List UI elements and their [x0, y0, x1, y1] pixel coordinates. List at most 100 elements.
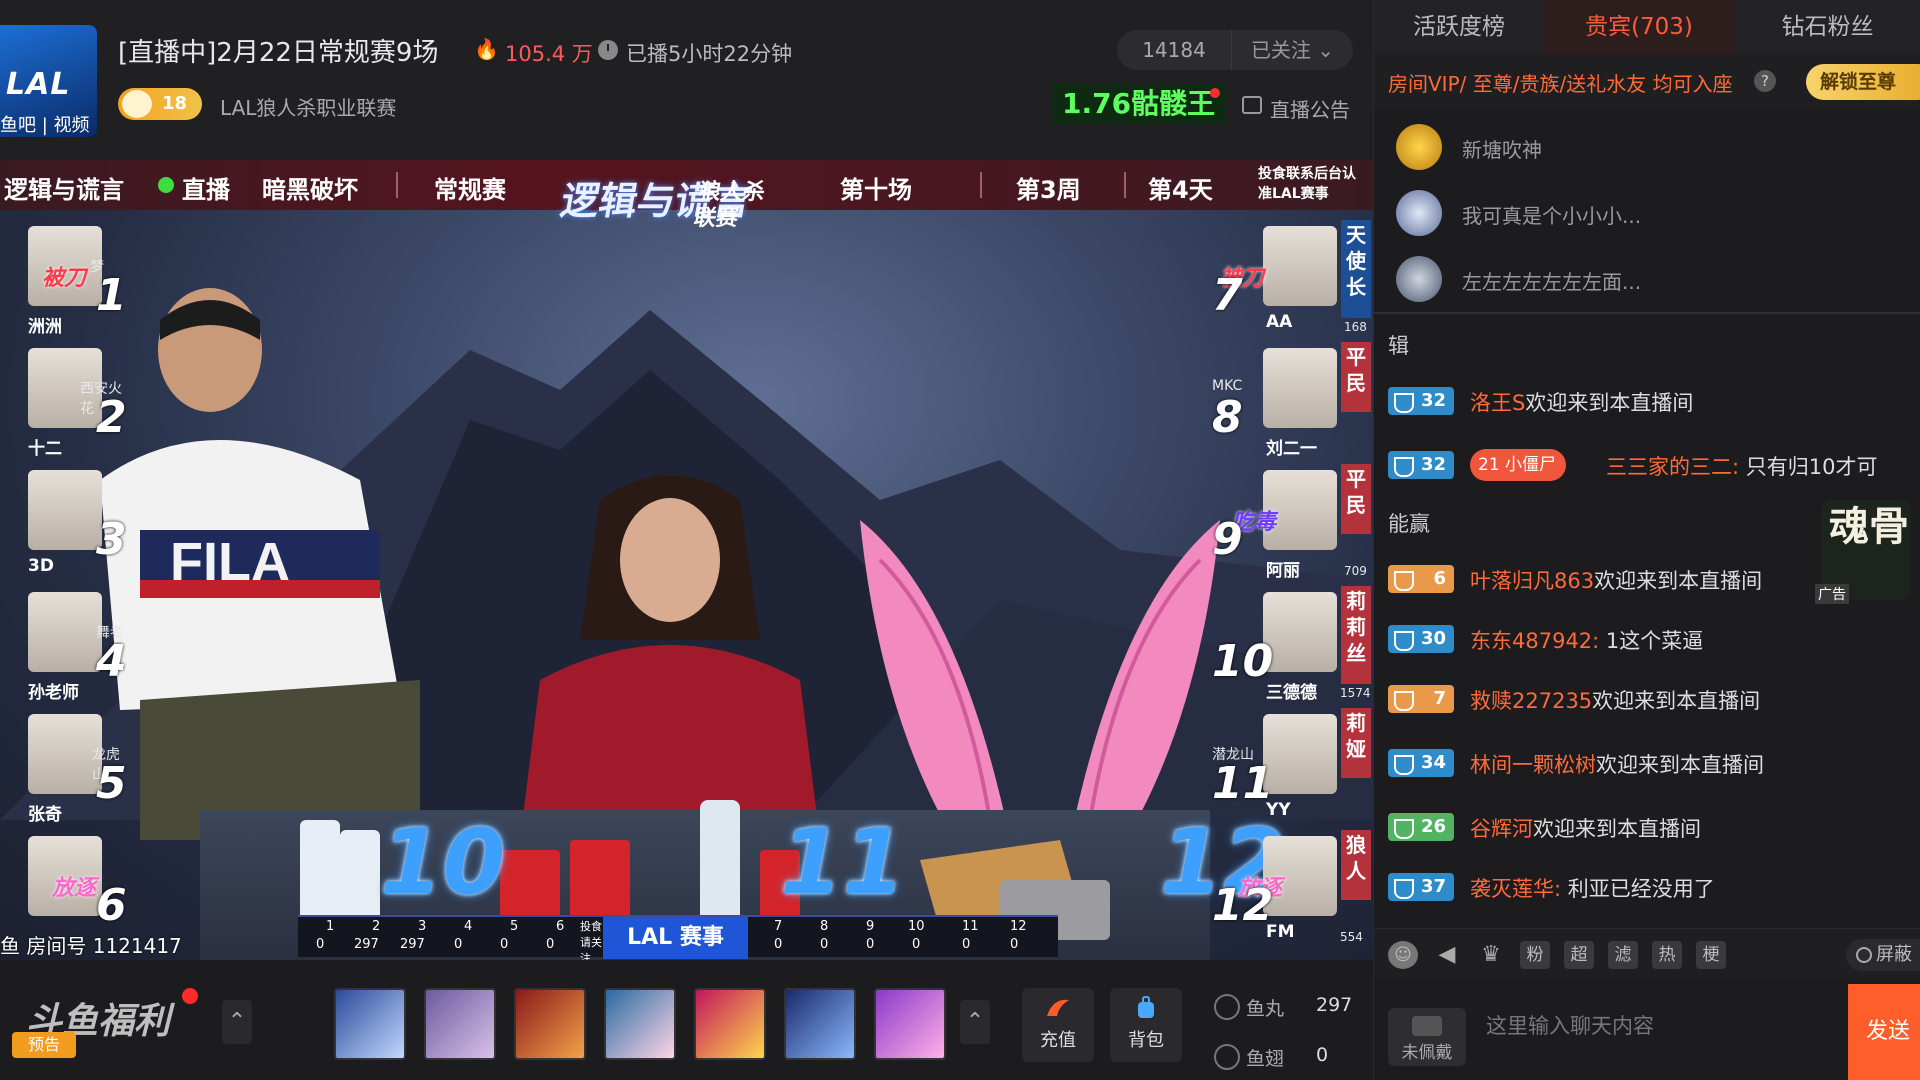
medal-icon [122, 90, 152, 118]
gift-item[interactable] [784, 988, 856, 1060]
chat-message[interactable]: 34 林间一颗松树欢迎来到本直播间 [1388, 744, 1920, 784]
role-label: 天使长 [1341, 220, 1371, 318]
player-card[interactable]: 吃毒 9 阿丽 平民 709 [1208, 464, 1373, 582]
chat-nick[interactable]: 救赎227235欢迎来到本直播间 [1470, 685, 1760, 715]
player-photo [28, 714, 102, 794]
fishwing-value: 0 [1316, 1044, 1329, 1066]
anchor-level-badge[interactable]: 18 [118, 88, 202, 120]
chat-nick[interactable]: 东东487942: 1这个菜逼 [1470, 625, 1703, 655]
anchor-level: 18 [162, 93, 188, 114]
tab-activity-rank[interactable]: 活跃度榜 [1374, 0, 1544, 54]
backpack-button[interactable]: 背包 [1110, 988, 1182, 1062]
vip-info-text: 房间VIP/ 至尊/贵族/送礼水友 均可入座 [1388, 72, 1733, 96]
player-card[interactable]: 梦 被刀 1 洲洲 [0, 220, 128, 338]
tab-vip[interactable]: 贵宾(703) [1544, 0, 1734, 54]
fan-badge-button[interactable]: 未佩戴 [1388, 1008, 1466, 1066]
seat-index: 3 [418, 919, 427, 934]
chat-text: 欢迎来到本直播间 [1594, 569, 1763, 593]
recharge-button[interactable]: 充值 [1022, 988, 1094, 1062]
player-name: AA [1266, 312, 1293, 332]
player-photo [1263, 226, 1337, 306]
gift-item[interactable] [874, 988, 946, 1060]
lal-event-label[interactable]: LAL 赛事 [603, 917, 748, 959]
logo-text: LAL [6, 67, 71, 102]
help-icon[interactable]: ? [1754, 70, 1776, 92]
rank-title-badge[interactable]: 1.76骷髅王 [1052, 84, 1226, 124]
score-strip: 1 2 3 4 5 6 0 297 297 0 0 0 投食请关注 LAL 赛事… [298, 915, 1058, 960]
player-card[interactable]: 舞者 4 孙老师 [0, 586, 128, 704]
super-filter-button[interactable]: 超 [1564, 941, 1594, 969]
chat-nick[interactable]: 袭灭莲华: 利亚已经没用了 [1470, 873, 1715, 903]
player-number: 6 [96, 880, 127, 931]
chat-nick[interactable]: 洛王S欢迎来到本直播间 [1470, 387, 1693, 417]
chat-input[interactable] [1480, 986, 1800, 1066]
vip-user[interactable]: 我可真是个小小小... [1374, 180, 1920, 246]
gift-item[interactable] [424, 988, 496, 1060]
meme-button[interactable]: 梗 [1696, 941, 1726, 969]
unlock-supreme-button[interactable]: 解锁至尊 [1806, 64, 1920, 100]
chat-message[interactable]: 7 救赎227235欢迎来到本直播间 [1388, 680, 1920, 720]
chat-nick[interactable]: 三三家的三二: 只有归10才可 [1606, 451, 1877, 481]
ad-sticker[interactable]: 魂骨 广告 [1811, 490, 1920, 610]
gift-item[interactable] [694, 988, 766, 1060]
filter-button[interactable]: 滤 [1608, 941, 1638, 969]
player-card[interactable]: 西安火花 2 十二 [0, 342, 128, 460]
gift-scroll-up-button[interactable]: ⌃ [222, 1000, 252, 1044]
vip-user[interactable]: 新塘吹神 [1374, 114, 1920, 180]
player-card[interactable]: 10 三德德 莉莉丝 1574 [1208, 586, 1373, 704]
player-card[interactable]: MKC 8 刘二一 平民 [1208, 342, 1373, 460]
channel-name[interactable]: LAL狼人杀职业联赛 [220, 92, 396, 121]
player-number: 2 [96, 392, 127, 443]
chat-toolbar: ☺ ◀ ♛ 粉 超 滤 热 梗 屏蔽 [1374, 928, 1920, 978]
promo-banner[interactable]: 斗鱼福利 预告 [6, 988, 198, 1060]
player-name: 阿丽 [1266, 561, 1300, 581]
chat-nick[interactable]: 谷辉河欢迎来到本直播间 [1470, 813, 1701, 843]
block-button[interactable]: 屏蔽 [1846, 939, 1920, 971]
chat-text: 1这个菜逼 [1599, 629, 1704, 653]
send-button[interactable]: 发送 [1848, 984, 1920, 1080]
announcement-button[interactable]: 直播公告 [1242, 94, 1350, 123]
emoji-icon[interactable]: ☺ [1388, 941, 1418, 969]
player-number: 9 [1212, 514, 1243, 565]
player-card[interactable]: 放逐 12 FM 狼人 554 [1208, 830, 1373, 948]
player-score: 1574 [1340, 686, 1371, 700]
seat-score: 0 [546, 937, 555, 952]
player-card[interactable]: 潜龙山 11 YY 莉娅 [1208, 708, 1373, 826]
player-name: 孙老师 [28, 683, 79, 703]
chat-nick[interactable]: 林间一颗松树欢迎来到本直播间 [1470, 749, 1764, 779]
player-number: 1 [96, 270, 127, 321]
chat-message[interactable]: 32 洛王S欢迎来到本直播间 [1388, 382, 1920, 422]
vip-user[interactable]: 左左左左左左左面... [1374, 246, 1920, 312]
video-player[interactable]: 逻辑与谎言 直播 暗黑破坏 常规赛 第十场 第3周 第4天 投食联系后台认准LA… [0, 160, 1373, 960]
megaphone-icon[interactable]: ◀ [1432, 941, 1462, 969]
recharge-icon [1047, 999, 1069, 1016]
chat-nick[interactable]: 叶落归凡863欢迎来到本直播间 [1470, 565, 1762, 595]
player-card[interactable]: 3 3D [0, 464, 128, 582]
logo-sub[interactable]: 鱼吧 | 视频 [0, 111, 90, 137]
gift-scroll-up-button[interactable]: ⌃ [960, 1000, 990, 1044]
player-number: 5 [96, 758, 127, 809]
chat-sidebar: 活跃度榜 贵宾(703) 钻石粉丝 房间VIP/ 至尊/贵族/送礼水友 均可入座… [1373, 0, 1920, 1080]
player-photo [1263, 348, 1337, 428]
player-card[interactable]: 被刀 7 AA 天使长 168 [1208, 220, 1373, 338]
gift-item[interactable] [604, 988, 676, 1060]
fans-filter-button[interactable]: 粉 [1520, 941, 1550, 969]
tab-diamond-fans[interactable]: 钻石粉丝 [1734, 0, 1920, 54]
crown-icon[interactable]: ♛ [1476, 941, 1506, 969]
seat-index: 12 [1010, 919, 1027, 934]
hot-button[interactable]: 热 [1652, 941, 1682, 969]
chat-message[interactable]: 37 袭灭莲华: 利亚已经没用了 [1388, 868, 1920, 908]
chat-message[interactable]: 26 谷辉河欢迎来到本直播间 [1388, 808, 1920, 848]
banner-week: 第3周 [1016, 176, 1081, 204]
seat-score: 0 [866, 937, 875, 952]
role-label: 平民 [1341, 342, 1371, 412]
follow-button[interactable]: 已关注 ⌄ [1231, 30, 1353, 70]
banner-divider [396, 172, 398, 198]
gift-item[interactable] [334, 988, 406, 1060]
player-card[interactable]: 龙虎山 5 张奇 [0, 708, 128, 826]
channel-logo[interactable]: LAL 鱼吧 | 视频 [0, 25, 97, 137]
chat-message[interactable]: 30 东东487942: 1这个菜逼 [1388, 620, 1920, 660]
gift-item[interactable] [514, 988, 586, 1060]
divider [1374, 312, 1920, 314]
chat-message[interactable]: 32 21 小僵尸 三三家的三二: 只有归10才可 [1388, 446, 1920, 486]
